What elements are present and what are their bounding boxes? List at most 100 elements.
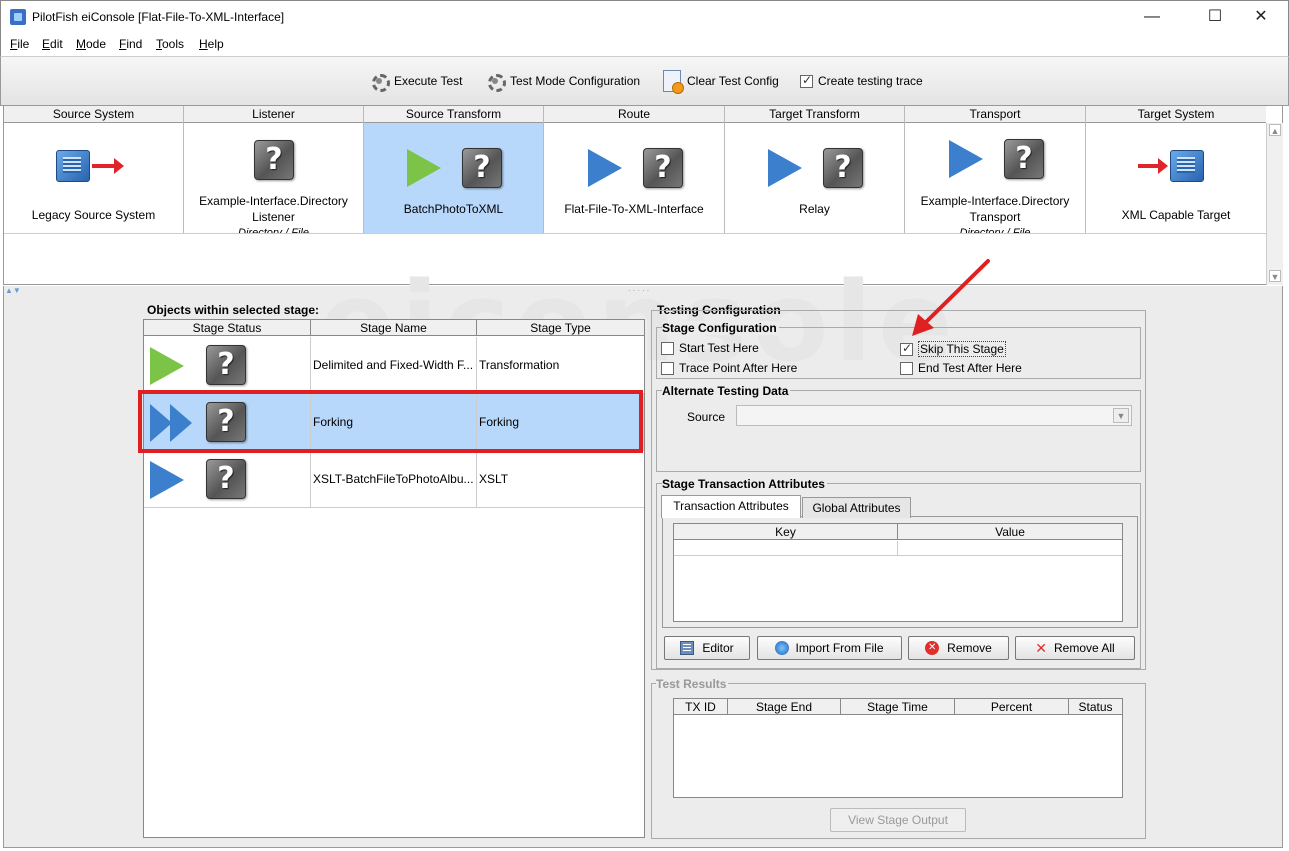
column-key[interactable]: Key [674,524,898,540]
stage-header-listener: Listener [184,106,363,123]
stage-listener[interactable]: Listener Example-Interface.Directory Lis… [184,106,364,234]
globe-icon [775,641,790,655]
start-test-here-label: Start Test Here [679,341,759,355]
play-blue-icon [768,149,802,187]
stage-header-source-transform: Source Transform [364,106,543,123]
menu-help[interactable]: Help [199,37,224,51]
stage-name-cell: Delimited and Fixed-Width F... [311,337,477,394]
stage-target-system[interactable]: Target System XML Capable Target [1086,106,1266,233]
stage-route[interactable]: Route Flat-File-To-XML-Interface [544,106,725,233]
column-tx-id[interactable]: TX ID [674,699,728,715]
minimize-button[interactable]: — [1129,0,1175,34]
menu-edit[interactable]: Edit [42,37,63,51]
stage-label-transport-2: Transport [969,210,1021,224]
scroll-down-arrow-icon[interactable]: ▼ [1269,270,1281,282]
menu-mode[interactable]: Mode [76,37,106,51]
source-select[interactable]: ▼ [736,405,1132,426]
stage-source-system[interactable]: Source System Legacy Source System [4,106,184,233]
remove-all-button[interactable]: ✕ Remove All [1015,636,1135,660]
test-mode-configuration-button[interactable]: Test Mode Configuration [485,71,641,92]
chevron-down-icon[interactable]: ▼ [1113,408,1129,423]
objects-title: Objects within selected stage: [147,303,320,317]
server-incoming-icon [1138,144,1204,184]
menu-tools[interactable]: Tools [156,37,184,51]
editor-icon [680,641,695,655]
table-row[interactable]: Delimited and Fixed-Width F... Transform… [144,337,644,394]
editor-button[interactable]: Editor [664,636,750,660]
create-testing-trace-checkbox[interactable] [800,73,813,88]
clear-test-config-button[interactable]: Clear Test Config [663,70,779,94]
tab-global-attributes[interactable]: Global Attributes [802,497,911,518]
table-row[interactable] [674,541,1122,556]
clear-document-icon [663,70,684,94]
import-from-file-label: Import From File [795,641,884,655]
toolbar: Execute Test Test Mode Configuration Cle… [0,56,1289,106]
column-stage-name[interactable]: Stage Name [311,320,477,336]
app-icon [10,9,26,25]
stage-target-transform[interactable]: Target Transform Relay [725,106,905,233]
close-button[interactable]: ✕ [1238,0,1284,34]
skip-this-stage-option[interactable]: Skip This Stage [900,341,1006,357]
window-title: PilotFish eiConsole [Flat-File-To-XML-In… [32,10,285,24]
menu-find[interactable]: Find [119,37,142,51]
alternate-testing-data-title: Alternate Testing Data [662,384,791,398]
editor-label: Editor [702,641,734,655]
split-divider-handle[interactable]: ····· [628,286,651,295]
remove-all-label: Remove All [1054,641,1115,655]
end-test-after-here-checkbox[interactable] [900,361,913,375]
trace-point-after-here-label: Trace Point After Here [679,361,798,375]
play-blue-icon [150,461,184,499]
column-percent[interactable]: Percent [955,699,1069,715]
remove-button[interactable]: ✕ Remove [908,636,1009,660]
stage-name-cell: XSLT-BatchFileToPhotoAlbu... [311,451,477,508]
test-results-table: TX ID Stage End Stage Time Percent Statu… [673,698,1123,798]
server-outgoing-icon [56,144,124,184]
execute-test-label: Execute Test [394,74,463,88]
menu-bar: File Edit Mode Find Tools Help [0,34,1289,56]
create-testing-trace-label: Create testing trace [818,74,923,88]
test-results-title: Test Results [656,677,729,691]
scroll-up-arrow-icon[interactable]: ▲ [1269,124,1281,136]
column-stage-end[interactable]: Stage End [728,699,841,715]
execute-test-button[interactable]: Execute Test [369,71,463,92]
stage-label-listener-1: Example-Interface.Directory [199,194,348,208]
stage-status-cell [144,337,311,394]
column-stage-status[interactable]: Stage Status [144,320,311,336]
stage-label-route: Flat-File-To-XML-Interface [564,202,704,216]
stage-source-transform[interactable]: Source Transform BatchPhotoToXML [364,106,544,233]
stage-status-cell [144,451,311,508]
collapse-arrows-icon[interactable]: ▲▼ [5,286,21,295]
start-test-here-checkbox[interactable] [661,341,674,355]
stage-type-cell: Transformation [479,358,560,372]
question-icon [823,148,863,188]
view-stage-output-button[interactable]: View Stage Output [830,808,966,832]
test-mode-configuration-label: Test Mode Configuration [510,74,641,88]
column-value[interactable]: Value [898,524,1122,540]
import-from-file-button[interactable]: Import From File [757,636,902,660]
end-test-after-here-label: End Test After Here [918,361,1022,375]
column-status[interactable]: Status [1069,699,1122,715]
stage-label-target-system: XML Capable Target [1121,208,1231,222]
column-stage-time[interactable]: Stage Time [841,699,955,715]
highlight-annotation-box [138,390,643,453]
end-test-after-here-option[interactable]: End Test After Here [900,361,1022,375]
stage-header-target-system: Target System [1086,106,1266,123]
table-row[interactable]: XSLT-BatchFileToPhotoAlbu... XSLT [144,451,644,508]
stage-strip-scrollbar[interactable]: ▲ ▼ [1266,123,1283,285]
clear-test-config-label: Clear Test Config [687,74,779,88]
trace-point-after-here-option[interactable]: Trace Point After Here [661,361,797,375]
trace-point-after-here-checkbox[interactable] [661,361,674,375]
stage-transport[interactable]: Transport Example-Interface.Directory Tr… [905,106,1086,234]
play-blue-icon [949,140,983,178]
stage-transaction-attributes-title: Stage Transaction Attributes [662,477,827,491]
stage-label-source-system: Legacy Source System [31,208,156,222]
maximize-button[interactable]: ☐ [1192,0,1238,34]
annotation-arrow-icon [912,259,990,336]
create-testing-trace-toggle[interactable]: Create testing trace [800,73,923,88]
menu-file[interactable]: File [10,37,29,51]
tab-transaction-attributes[interactable]: Transaction Attributes [661,495,801,518]
column-stage-type[interactable]: Stage Type [477,320,644,336]
question-icon [206,459,246,499]
start-test-here-option[interactable]: Start Test Here [661,341,759,355]
skip-this-stage-checkbox[interactable] [900,341,913,356]
